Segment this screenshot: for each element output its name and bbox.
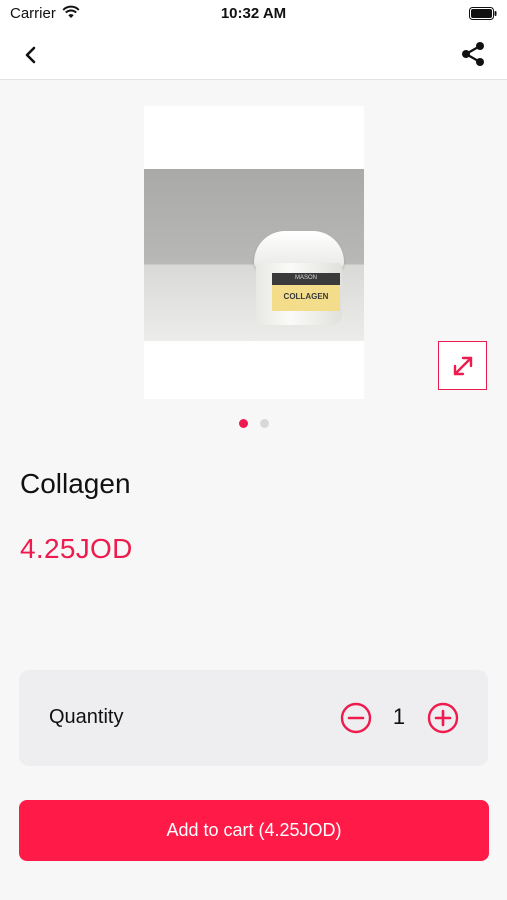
jar-brand-text: MASON [294,275,317,281]
plus-circle-icon[interactable] [427,702,459,734]
chevron-left-icon[interactable] [18,42,44,68]
quantity-label: Quantity [49,706,124,728]
pager-dot-active[interactable] [239,419,248,428]
expand-icon [453,356,472,375]
quantity-value: 1 [392,704,406,729]
expand-image-button[interactable] [438,341,487,390]
pager-dot[interactable] [260,419,269,428]
jar-brand-band: MASON [272,273,340,285]
status-bar: Carrier 10:32 AM [0,0,507,28]
add-to-cart-button[interactable]: Add to cart (4.25JOD) [19,800,489,861]
jar-label-text: COLLAGEN [272,285,340,311]
image-pager [0,419,507,429]
product-image-carousel[interactable]: MASON COLLAGEN [144,106,364,399]
product-title: Collagen [20,468,131,499]
status-time: 10:32 AM [220,5,287,22]
battery-icon [469,7,497,24]
product-price: 4.25JOD [20,533,133,564]
share-icon[interactable] [459,40,487,68]
product-photo: MASON COLLAGEN [144,169,364,341]
nav-bar [0,28,507,80]
quantity-panel: Quantity 1 [19,670,488,766]
minus-circle-icon[interactable] [340,702,372,734]
